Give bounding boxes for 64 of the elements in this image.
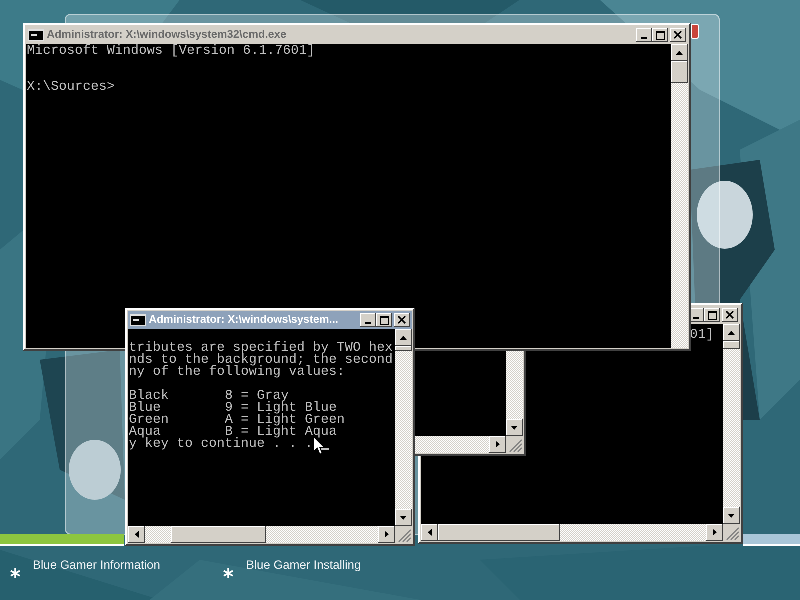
up-arrow-icon (676, 50, 683, 54)
maximize-button[interactable] (652, 28, 668, 42)
scrollbar-thumb[interactable] (723, 341, 740, 349)
down-arrow-icon (511, 426, 518, 430)
right-arrow-icon (712, 529, 716, 536)
vertical-scrollbar[interactable] (723, 324, 740, 524)
vertical-scrollbar[interactable] (506, 351, 523, 436)
scroll-left-button[interactable] (128, 526, 145, 543)
scroll-up-button[interactable] (671, 44, 688, 61)
scrollbar-thumb[interactable] (671, 61, 688, 83)
console-text: X:\Sources> (27, 82, 115, 94)
scroll-right-button[interactable] (378, 526, 395, 543)
up-arrow-icon (400, 336, 407, 340)
horizontal-scrollbar[interactable] (421, 524, 723, 541)
maximize-button[interactable] (704, 308, 720, 322)
up-arrow-icon (728, 330, 735, 334)
console-text: ny of the following values: (129, 367, 345, 379)
close-icon (674, 31, 682, 39)
scroll-right-button[interactable] (489, 436, 506, 453)
vertical-scrollbar[interactable] (395, 329, 412, 526)
console-text: Microsoft Windows [Version 6.1.7601] (27, 46, 315, 58)
mouse-pointer-icon (313, 436, 325, 455)
status-label: Blue Gamer Information (33, 558, 160, 572)
console-text: Blue 9 = Light Blue (129, 403, 337, 415)
vertical-scrollbar[interactable] (671, 44, 688, 348)
scroll-left-button[interactable] (421, 524, 438, 541)
close-button[interactable] (394, 313, 410, 327)
console-icon (28, 29, 44, 41)
console-text: 01] (690, 330, 714, 342)
left-arrow-icon (428, 529, 432, 536)
left-arrow-icon (134, 531, 138, 538)
down-arrow-icon (728, 514, 735, 518)
scroll-down-button[interactable] (723, 507, 740, 524)
scroll-right-button[interactable] (706, 524, 723, 541)
maximize-icon (656, 30, 664, 40)
close-button[interactable] (670, 28, 686, 42)
minimize-button[interactable] (636, 28, 652, 42)
maximize-button[interactable] (376, 313, 392, 327)
horizontal-scrollbar[interactable] (128, 526, 395, 543)
right-arrow-icon (384, 531, 388, 538)
maximize-icon (380, 316, 388, 324)
close-icon (398, 316, 406, 324)
scrollbar-thumb[interactable] (171, 526, 266, 543)
status-label: Blue Gamer Installing (246, 558, 362, 572)
scroll-up-button[interactable] (723, 324, 740, 341)
down-arrow-icon (400, 516, 407, 520)
console-icon (130, 314, 146, 326)
scroll-down-button[interactable] (506, 419, 523, 436)
scroll-up-button[interactable] (395, 329, 412, 346)
asterisk-icon (223, 568, 234, 579)
scrollbar-thumb[interactable] (395, 346, 412, 351)
window-title: Administrator: X:\windows\system... (149, 314, 340, 326)
scroll-down-button[interactable] (395, 509, 412, 526)
minimize-button[interactable] (360, 313, 376, 327)
close-button[interactable] (722, 308, 738, 322)
maximize-icon (708, 310, 716, 320)
asterisk-icon (10, 568, 21, 579)
close-icon (726, 311, 734, 319)
window-title: Administrator: X:\windows\system32\cmd.exe (47, 29, 288, 41)
console-text: y key to continue . . . (129, 439, 313, 451)
horizontal-scrollbar[interactable] (415, 436, 506, 453)
console-text: Green A = Light Green (129, 415, 345, 427)
right-arrow-icon (496, 441, 500, 448)
scrollbar-thumb[interactable] (438, 524, 560, 541)
